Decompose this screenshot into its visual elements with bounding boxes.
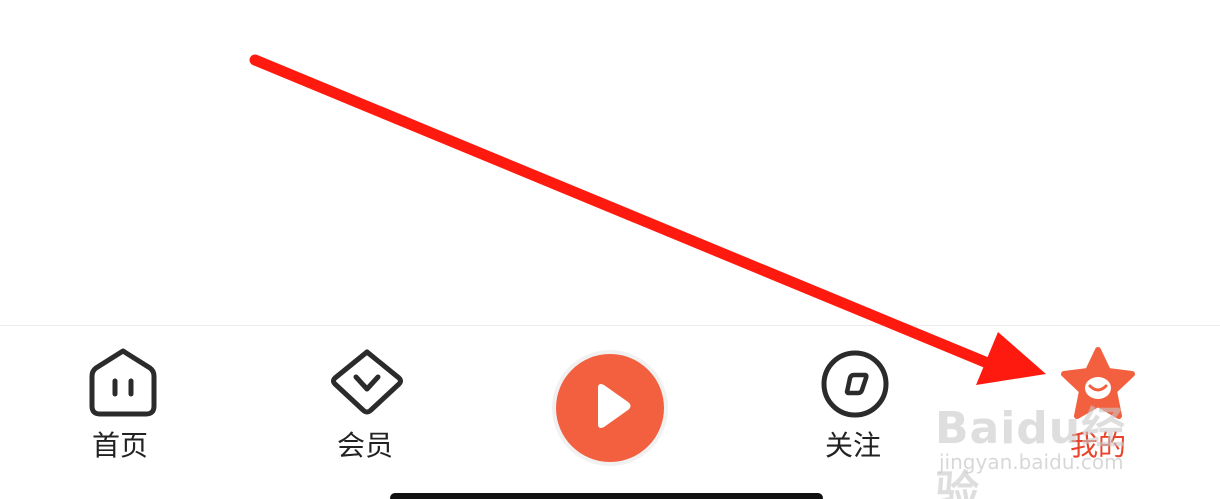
bottom-tab-bar: 首页 会员 关注 我的	[0, 325, 1220, 499]
app-screen: 首页 会员 关注 我的 Baidu经验 jingyan.baidu.com	[0, 0, 1220, 499]
tab-mine-label: 我的	[1070, 429, 1127, 462]
compass-icon	[819, 348, 891, 424]
home-indicator[interactable]	[390, 493, 823, 499]
home-icon	[88, 346, 158, 422]
tab-home[interactable]: 首页	[60, 326, 180, 499]
tab-home-label: 首页	[92, 429, 149, 462]
content-area	[0, 0, 1220, 325]
tab-mine[interactable]: 我的	[1040, 326, 1160, 499]
tab-play[interactable]	[548, 326, 672, 499]
diamond-icon	[329, 348, 405, 420]
play-icon	[550, 348, 670, 472]
star-face-icon	[1058, 346, 1138, 428]
tab-vip-label: 会员	[337, 429, 394, 462]
tab-vip[interactable]: 会员	[305, 326, 425, 499]
tab-follow[interactable]: 关注	[795, 326, 915, 499]
tab-follow-label: 关注	[825, 429, 882, 462]
